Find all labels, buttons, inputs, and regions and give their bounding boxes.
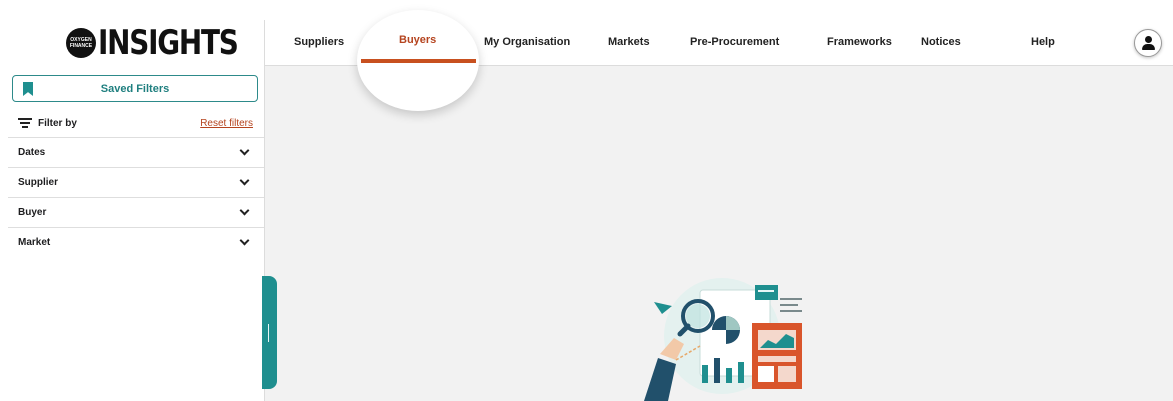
brand-logo: OXYGEN FINANCE INSIGHTS [66, 24, 268, 62]
nav-item-buyers[interactable]: Buyers [399, 34, 436, 46]
brand-name: INSIGHTS [98, 23, 239, 63]
accordion-supplier[interactable]: Supplier [8, 167, 264, 197]
filter-by-label: Filter by [38, 117, 77, 129]
filter-by-row: Filter by Reset filters [18, 116, 253, 130]
accordion-buyer[interactable]: Buyer [8, 197, 264, 227]
filter-icon [18, 118, 32, 128]
filter-sidebar: OXYGEN FINANCE INSIGHTS Saved Filters Fi… [8, 20, 265, 401]
oxygen-finance-badge-icon: OXYGEN FINANCE [66, 28, 96, 58]
nav-item-notices[interactable]: Notices [921, 36, 961, 48]
badge-line2: FINANCE [69, 43, 93, 49]
user-icon [1145, 36, 1152, 43]
nav-item-frameworks[interactable]: Frameworks [827, 36, 892, 48]
accordion-label: Dates [18, 147, 46, 158]
accordion-market[interactable]: Market [8, 227, 264, 257]
accordion-label: Buyer [18, 207, 47, 218]
active-tab-spotlight [357, 10, 479, 111]
saved-filters-label: Saved Filters [100, 82, 170, 95]
chevron-down-icon [239, 235, 250, 246]
saved-filters-button[interactable]: Saved Filters [12, 75, 258, 102]
nav-item-my-organisation[interactable]: My Organisation [484, 36, 570, 48]
sidebar-collapse-handle[interactable] [262, 276, 277, 389]
accordion-label: Market [18, 237, 51, 248]
chevron-down-icon [239, 145, 250, 156]
user-avatar-button[interactable] [1134, 29, 1162, 57]
nav-item-markets[interactable]: Markets [608, 36, 650, 48]
accordion-label: Supplier [18, 177, 59, 188]
reset-filters-link[interactable]: Reset filters [200, 118, 253, 129]
nav-item-suppliers[interactable]: Suppliers [294, 36, 344, 48]
chevron-down-icon [239, 175, 250, 186]
nav-item-help[interactable]: Help [1031, 36, 1055, 48]
chevron-down-icon [239, 205, 250, 216]
accordion-dates[interactable]: Dates [8, 137, 264, 167]
nav-item-pre-procurement[interactable]: Pre-Procurement [690, 36, 779, 48]
bookmark-icon [23, 82, 33, 96]
analytics-illustration [644, 278, 802, 401]
